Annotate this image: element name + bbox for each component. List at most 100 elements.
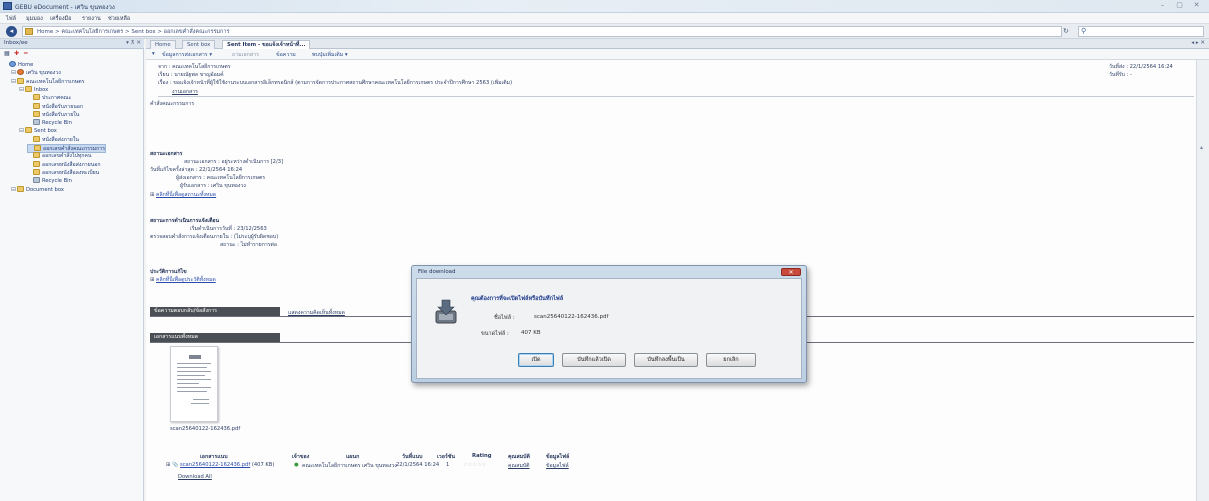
attachment-link[interactable]: scan25640122-162436.pdf [180,462,250,468]
grid-icon[interactable]: ▦ [4,50,10,57]
process-line: เริ่มดำเนินการวันที่ : 23/12/2563 [190,226,267,232]
download-all-link[interactable]: Download All [178,474,212,480]
sidebar-item-label: Inbox [34,86,49,93]
reply-section-bar: ข้อความตอบกลับ/ข้อสั่งการ [150,307,280,316]
close-window-button[interactable]: ✕ [1189,1,1204,10]
col-owner: เจ้าของ [292,454,310,460]
folder-icon [33,152,40,159]
tab-bar: Home Sent box Sent Item - ขอแจ้งเจ้าหน้า… [146,39,1209,49]
divider [158,96,1194,97]
thumb-line [177,363,211,364]
attachment-date: 22/1/2564 16:24 [396,462,440,468]
sidebar-item-label: ออกเลขคำสั่งคณะกรรมการ [43,146,105,152]
subject-line: เรื่อง : ขอแจ้งเจ้าหน้าที่ผู้ใช้ใช้งานระ… [158,80,513,86]
more-button[interactable]: พบปุ่มเพิ่มเติม ▾ [312,51,348,59]
tab-home[interactable]: Home [150,40,176,49]
cancel-button[interactable]: ยกเลิก [706,353,756,367]
folder-icon [25,85,32,92]
home-icon [9,61,16,67]
file-size-value: 407 KB [521,330,541,336]
file-download-dialog: File download ✕ คุณต้องการที่จะเปิดไฟล์ห… [411,265,807,383]
menu-reports[interactable]: รายงาน [82,15,101,23]
sidebar-item-label: ออกเลขหนังสือลงทะเบียน [42,169,100,176]
to-line: เรียน : นายณัฐพล ขาญอ้อมค์ [158,72,224,78]
col-version: เวอร์ชัน [437,454,456,460]
add-icon[interactable]: ✚ [14,50,19,57]
save-as-button[interactable]: บันทึกลงพื้นเป็น [634,353,698,367]
thumb-line [177,375,205,376]
folder-icon [33,94,40,101]
menu-view[interactable]: มุมมอง [26,15,43,23]
status-link-row: ⊞ คลิกที่นี่เพื่อดูสถานะทั้งหมด [150,192,217,198]
address-bar: ◂ Home > คณะเทคโนโลยีการเกษตร > Sent box… [0,24,1209,39]
menu-file[interactable]: ไฟล์ [6,15,16,23]
thumb-line [177,387,211,388]
attachment-row: scan25640122-162436.pdf (407 KB) [180,462,274,468]
refresh-icon[interactable]: ↻ [1063,27,1069,35]
expand-icon[interactable]: ⊞ [166,462,170,468]
col-properties: คุณสมบัติ [508,454,530,460]
menu-tools[interactable]: เครื่องมือ [50,15,71,23]
from-line: จาก : คณะเทคโนโลยีการเกษตร [158,64,231,70]
recycle-bin-icon [33,119,40,126]
col-file-info: ข้อมูลไฟล์ [546,454,570,460]
download-icon [435,299,457,324]
sidebar-item-label: Recycle Bin [42,120,72,127]
thumb-line [193,399,209,400]
toolbar-menu-icon[interactable]: ▾ [152,51,155,57]
ask-document-button[interactable]: ถามเอกสาร [232,51,259,59]
tab-scroll-controls[interactable]: ◂ ▸ ✕ [1191,40,1205,46]
dialog-title: File download [418,269,456,275]
breadcrumb[interactable]: Home > คณะเทคโนโลยีการเกษตร > Sent box >… [22,26,1062,37]
remove-icon[interactable]: ━ [24,50,28,57]
search-input[interactable]: ⚲ [1078,26,1204,37]
sidebar-item-label: ออกเลขหนังสือส่งภายนอก [42,161,101,168]
sidebar-item[interactable]: ⊟ Document box [11,185,64,195]
user-icon [17,69,24,76]
tab-sent-item[interactable]: Sent Item - ขอแจ้งเจ้าหน้าที่... [222,40,311,49]
folder-icon [34,145,41,151]
history-link-row: ⊞ คลิกที่นี่เพื่อดูประวัติทั้งหมด [150,277,216,283]
properties-link[interactable]: คุณสมบัติ [508,462,530,470]
rating-stars[interactable]: ☆☆☆☆☆ [463,462,486,468]
tab-sent-box[interactable]: Sent box [182,40,216,49]
attachment-size: (407 KB) [251,462,275,468]
sidebar-item-label: Document box [26,186,64,193]
status-link[interactable]: คลิกที่นี่เพื่อดูสถานะทั้งหมด [156,192,216,198]
attachment-thumbnail[interactable] [170,346,218,422]
vertical-scrollbar[interactable]: ▴ [1196,60,1209,501]
folder-icon [33,110,40,117]
dialog-question: คุณต้องการที่จะเปิดไฟล์หรือบันทึกไฟล์ [471,296,564,302]
sidebar-controls[interactable]: ▾ ⊼ ✕ [126,40,141,46]
thumb-line [177,383,199,384]
open-button[interactable]: เปิด [518,353,554,367]
sidebar: Inbox/ee ▾ ⊼ ✕ ▦ ✚ ━ Home ⊟ เศวิน ขุนทองวง… [0,39,144,501]
app-icon [3,2,12,10]
folder-icon [25,28,33,35]
scroll-up-icon[interactable]: ▴ [1200,144,1203,151]
maximize-button[interactable]: ▢ [1172,1,1187,10]
process-line: ตรวจสอบคำสั่งการแจ้งเตือนภายใน : (ไม่ระบ… [150,234,279,240]
menu-help[interactable]: ช่วยเหลือ [108,15,130,23]
thumb-logo [189,355,201,359]
save-and-open-button[interactable]: บันทึกแล้วเปิด [562,353,626,367]
attachment-icon: 📎 [172,462,179,468]
dialog-close-button[interactable]: ✕ [781,268,801,276]
send-info-button[interactable]: ข้อมูลการส่งเอกสาร ▾ [162,51,212,59]
attachment-version: 1 [446,462,450,468]
file-name-value: scan25640122-162436.pdf [534,314,609,320]
file-info-link[interactable]: ข้อมูลไฟล์ [546,462,569,470]
message-button[interactable]: ข้อความ [276,51,296,59]
sent-date: วันที่ส่ง : 22/1/2564 16:24 [1109,64,1173,70]
thumb-line [177,367,207,368]
thumb-line [177,379,211,380]
doc-section-label[interactable]: งานเอกสาร [172,88,198,96]
thumbnail-caption: scan25640122-162436.pdf [170,426,241,432]
history-link[interactable]: คลิกที่นี่เพื่อดูประวัติทั้งหมด [156,277,216,283]
folder-icon [17,77,24,84]
history-title: ประวัติการแก้ไข [150,269,187,275]
minimize-button[interactable]: – [1155,1,1170,10]
received-date: วันที่รับ : - [1109,72,1132,78]
status-line: วันที่แก้ไขครั้งล่าสุด : 22/1/2564 16:24 [150,167,243,173]
back-icon[interactable]: ◂ [6,26,17,37]
